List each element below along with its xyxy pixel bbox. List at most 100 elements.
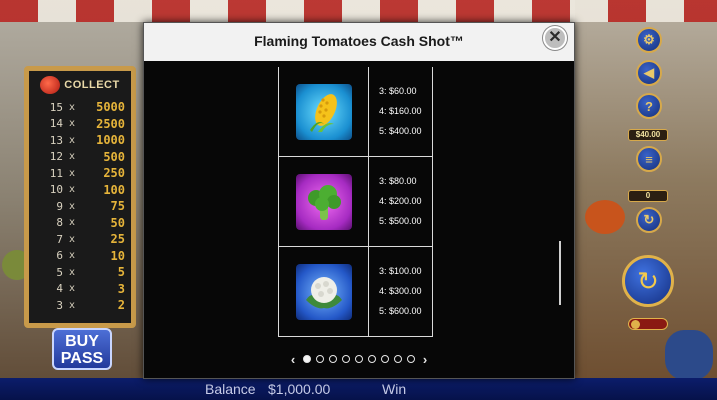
speaker-icon: ◀	[644, 65, 654, 80]
board-row-times: x	[68, 250, 76, 262]
board-row-times: x	[68, 134, 76, 146]
paytable-row-cauliflower: 3: $100.00 4: $300.00 5: $600.00	[278, 247, 433, 337]
board-row-count: 13	[49, 133, 63, 147]
page-dot[interactable]	[355, 355, 363, 363]
board-header-label: COLLECT	[64, 79, 120, 91]
page-dot[interactable]	[342, 355, 350, 363]
board-row: 12 x 500	[29, 149, 131, 166]
payout-count: 5:	[379, 306, 390, 316]
jar-decoration	[665, 330, 713, 380]
payout-amount: $60.00	[389, 86, 417, 96]
board-row: 7 x 25	[29, 231, 131, 248]
board-row-value: 75	[110, 199, 125, 214]
board-row-count: 14	[49, 117, 63, 131]
question-icon: ?	[645, 98, 653, 114]
board-row-value: 2	[117, 298, 125, 313]
awning	[0, 0, 717, 22]
payout-count: 4:	[379, 196, 390, 206]
payout-line: 3: $60.00	[379, 81, 422, 101]
board-row: 15 x 5000	[29, 99, 131, 116]
page-dot[interactable]	[303, 355, 311, 363]
payout-count: 5:	[379, 126, 390, 136]
page-dot[interactable]	[381, 355, 389, 363]
board-row-count: 12	[49, 150, 63, 164]
board-row-value: 25	[110, 232, 125, 247]
symbol-paytable: 3: $60.00 4: $160.00 5: $400.00 3: $80.00 4:…	[278, 67, 433, 337]
board-row-value: 5000	[96, 100, 125, 115]
board-row-count: 3	[56, 298, 63, 312]
balance-value: $1,000.00	[268, 381, 331, 397]
board-row-times: x	[68, 266, 76, 278]
board-row: 11 x 250	[29, 165, 131, 182]
payout-count: 3:	[379, 266, 390, 276]
page-dot[interactable]	[316, 355, 324, 363]
autoplay-button[interactable]: ↻	[636, 207, 662, 233]
buy-pass-line2: PASS	[60, 350, 104, 367]
scrollbar[interactable]	[559, 241, 561, 305]
payout-line: 4: $160.00	[379, 101, 422, 121]
board-row-count: 4	[56, 282, 63, 296]
board-row-times: x	[68, 283, 76, 295]
board-row-value: 500	[103, 149, 125, 164]
corn-icon	[295, 83, 352, 140]
payout-amount: $300.00	[389, 286, 422, 296]
bet-value: $40.00	[628, 129, 668, 141]
board-row-times: x	[68, 200, 76, 212]
win-label: Win	[382, 381, 407, 397]
next-page-arrow-icon[interactable]: ›	[420, 352, 430, 367]
buy-pass-button[interactable]: BUY PASS	[52, 328, 112, 370]
previous-page-arrow-icon[interactable]: ‹	[288, 352, 298, 367]
board-row: 6 x 10	[29, 248, 131, 265]
settings-button[interactable]: ⚙	[636, 27, 662, 53]
board-row-value: 250	[103, 166, 125, 181]
page-dot[interactable]	[407, 355, 415, 363]
gear-icon: ⚙	[643, 32, 655, 47]
board-row-times: x	[68, 217, 76, 229]
payout-amount: $100.00	[389, 266, 422, 276]
board-row-times: x	[68, 184, 76, 196]
board-row-count: 5	[56, 265, 63, 279]
payout-amount: $500.00	[389, 216, 422, 226]
board-row-times: x	[68, 118, 76, 130]
board-row-times: x	[68, 101, 76, 113]
symbol-cell	[279, 157, 369, 246]
symbol-cell	[279, 67, 369, 156]
payout-amount: $160.00	[389, 106, 422, 116]
board-header: COLLECT	[29, 71, 131, 99]
close-button[interactable]: ✕	[543, 26, 567, 50]
collect-paytable-board: COLLECT 15 x 5000 14 x 2500 13 x 1000 12 x 500 11 x 25…	[24, 66, 136, 328]
broccoli-icon	[295, 173, 352, 230]
payout-amount: $80.00	[389, 176, 417, 186]
page-dot[interactable]	[329, 355, 337, 363]
board-rows: 15 x 5000 14 x 2500 13 x 1000 12 x 500 11 x 250 10 x 100 9…	[29, 99, 131, 314]
board-row-value: 3	[117, 281, 125, 296]
paytable-modal: Flaming Tomatoes Cash Shot™ ✕ 3: $60.00 4…	[143, 22, 575, 379]
turbo-toggle[interactable]	[628, 318, 668, 330]
bet-button[interactable]: ≡	[636, 146, 662, 172]
payout-count: 3:	[379, 176, 390, 186]
board-row-times: x	[68, 167, 76, 179]
payout-amount: $200.00	[389, 196, 422, 206]
help-button[interactable]: ?	[636, 93, 662, 119]
payout-list: 3: $60.00 4: $160.00 5: $400.00	[379, 81, 422, 141]
board-row-value: 5	[117, 265, 125, 280]
board-row-value: 50	[110, 215, 125, 230]
board-row-count: 10	[49, 183, 63, 197]
page-dot[interactable]	[394, 355, 402, 363]
board-row-count: 9	[56, 199, 63, 213]
spin-button[interactable]: ↻	[622, 255, 674, 307]
payout-count: 4:	[379, 286, 390, 296]
payout-line: 3: $100.00	[379, 261, 422, 281]
board-row-times: x	[68, 299, 76, 311]
payout-list: 3: $80.00 4: $200.00 5: $500.00	[379, 171, 422, 231]
page-dot[interactable]	[368, 355, 376, 363]
modal-title: Flaming Tomatoes Cash Shot™	[254, 33, 464, 49]
board-row-value: 2500	[96, 116, 125, 131]
payout-line: 3: $80.00	[379, 171, 422, 191]
payout-list: 3: $100.00 4: $300.00 5: $600.00	[379, 261, 422, 321]
board-row-count: 15	[49, 100, 63, 114]
payout-line: 5: $500.00	[379, 211, 422, 231]
board-row-count: 11	[49, 166, 63, 180]
sound-button[interactable]: ◀	[636, 60, 662, 86]
close-icon: ✕	[548, 29, 562, 46]
